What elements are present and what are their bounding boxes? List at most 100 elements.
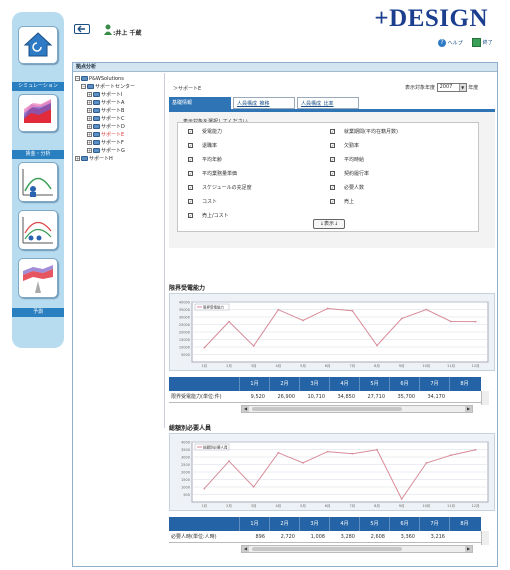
scroll-right-icon[interactable]: ▶ <box>465 406 472 412</box>
exit-link[interactable]: 終了 <box>472 38 493 48</box>
x-tick-label: 2月 <box>226 503 232 508</box>
option-checkbox[interactable]: ✓ 受電能力 <box>188 129 222 136</box>
x-tick-label: 11月 <box>447 503 455 508</box>
checkbox-checked-icon: ✓ <box>188 157 193 162</box>
section-title-staff: 総額別必要人員 <box>169 425 212 432</box>
expand-icon: + <box>87 116 92 121</box>
expand-icon: + <box>87 92 92 97</box>
data-point <box>326 450 329 453</box>
horizontal-scrollbar[interactable]: ◀ ▶ <box>241 405 473 413</box>
checkbox-checked-icon: ✓ <box>188 171 193 176</box>
header: :井上 千蔵 +DESIGN ? ヘルプ 終了 <box>72 0 502 58</box>
option-label: 就業期間(平均在籍月数) <box>344 129 398 135</box>
value-cell: 896 <box>255 534 265 540</box>
staff-line-chart: 500 1000 1500 2000 2500 3000 3500 4000 1月 2月 3月 4月 5… <box>181 441 489 508</box>
tree-node[interactable]: + サポートH <box>75 155 113 163</box>
data-point <box>425 462 428 464</box>
scroll-left-icon[interactable]: ◀ <box>242 406 249 412</box>
logo: +DESIGN <box>374 5 488 32</box>
option-checkbox[interactable]: ✓ 売上/コスト <box>188 213 229 220</box>
month-header: 4月 <box>329 377 359 391</box>
home-button[interactable] <box>18 26 58 64</box>
data-point <box>203 487 206 490</box>
option-checkbox[interactable]: ✓ 平均業務量単価 <box>188 171 237 178</box>
option-label: 平均業務量単価 <box>202 171 238 177</box>
x-tick-label: 5月 <box>300 503 306 508</box>
options-box: ✓ 受電能力 ✓ 退職率 ✓ 平均年齢 ✓ 平均業務量単価 ✓ スケジュールの充足度 ✓ コ… <box>177 122 479 232</box>
y-tick-label: 35000 <box>179 308 190 312</box>
scroll-thumb[interactable] <box>252 547 402 551</box>
tree-label: サポートC <box>101 116 125 122</box>
y-tick-label: 25000 <box>179 323 190 327</box>
analysis-button-3[interactable] <box>18 258 58 298</box>
scroll-thumb[interactable] <box>252 407 402 411</box>
option-checkbox[interactable]: ✓ 必要人数 <box>330 185 364 192</box>
return-arrow-icon <box>77 25 85 33</box>
x-tick-label: 6月 <box>325 363 331 368</box>
checkbox-checked-icon: ✓ <box>330 129 335 134</box>
y-tick-label: 5000 <box>181 353 190 357</box>
option-label: スケジュールの充足度 <box>202 185 252 191</box>
tree-node[interactable]: + サポートA <box>87 99 124 107</box>
tree-label: サポートH <box>89 156 113 162</box>
expand-icon: + <box>87 132 92 137</box>
tab-basic-info[interactable]: 基礎情報 <box>169 97 231 109</box>
value-cell: 1,008 <box>310 534 325 540</box>
horizontal-scrollbar[interactable]: ◀ ▶ <box>241 545 473 553</box>
user-name: :井上 千蔵 <box>113 30 142 37</box>
simulation-button[interactable] <box>18 94 58 132</box>
option-checkbox[interactable]: ✓ 契約履行率 <box>330 171 369 178</box>
data-point <box>228 320 230 323</box>
tab-staff-ratio[interactable]: 人員構成_比率 <box>297 97 359 109</box>
forecast-label: 予測 <box>12 308 64 317</box>
scroll-right-icon[interactable]: ▶ <box>465 546 472 552</box>
tree-node[interactable]: + サポートC <box>87 115 125 123</box>
vertical-scrollbar[interactable] <box>481 391 489 405</box>
tree-node[interactable]: + サポートD <box>87 123 125 131</box>
x-tick-label: 10月 <box>422 363 430 368</box>
value-cell: 2,720 <box>280 534 295 540</box>
analysis-button-2[interactable] <box>18 210 58 250</box>
option-checkbox[interactable]: ✓ 売上 <box>330 199 354 206</box>
checkbox-checked-icon: ✓ <box>330 143 335 148</box>
option-checkbox[interactable]: ✓ 平均時給 <box>330 157 364 164</box>
scroll-left-icon[interactable]: ◀ <box>242 546 249 552</box>
analysis-button-1[interactable] <box>18 162 58 202</box>
vertical-scrollbar[interactable] <box>481 531 489 545</box>
tab-staff-trend[interactable]: 人員構成_推移 <box>233 97 295 109</box>
data-point <box>351 452 354 455</box>
x-tick-label: 12月 <box>472 363 480 368</box>
logout-button[interactable] <box>74 24 90 34</box>
year-select[interactable]: 2007 ▼ <box>436 83 467 92</box>
data-point <box>252 485 255 488</box>
panel-title: 拠点分析 <box>73 63 497 72</box>
folder-icon <box>93 124 100 129</box>
option-checkbox[interactable]: ✓ 就業期間(平均在籍月数) <box>330 129 398 136</box>
simulation-chart-icon <box>24 99 51 123</box>
tree-node-center[interactable]: − サポートセンター <box>81 83 135 91</box>
exit-icon <box>472 38 481 47</box>
help-link[interactable]: ? ヘルプ <box>438 39 463 48</box>
tree-label: サポートF <box>101 140 124 146</box>
expand-icon: + <box>87 108 92 113</box>
tree-node[interactable]: + サポートI <box>87 91 122 99</box>
tree-node-root[interactable]: − P&WSolutions <box>75 75 124 83</box>
tree-node[interactable]: + サポートG <box>87 147 125 155</box>
data-point <box>450 454 452 457</box>
option-checkbox[interactable]: ✓ 退職率 <box>188 143 217 150</box>
checkbox-checked-icon: ✓ <box>330 157 335 162</box>
option-checkbox[interactable]: ✓ コスト <box>188 199 217 206</box>
tab-bar: 基礎情報 人員構成_推移 人員構成_比率 <box>169 97 495 109</box>
tree-node[interactable]: + サポートF <box>87 139 124 147</box>
option-checkbox[interactable]: ✓ 平均年齢 <box>188 157 222 164</box>
y-tick-label: 1000 <box>181 486 190 490</box>
tree-node-selected[interactable]: + サポートE <box>87 131 124 139</box>
value-cell: 9,520 <box>250 394 265 400</box>
x-tick-label: 6月 <box>325 503 331 508</box>
option-checkbox[interactable]: ✓ スケジュールの充足度 <box>188 185 252 192</box>
option-checkbox[interactable]: ✓ 欠勤率 <box>330 143 359 150</box>
tree-node[interactable]: + サポートB <box>87 107 124 115</box>
staff-table: 1月 2月 3月 4月 5月 6月 7月 8月 必要人時(単位:人時) 896 2,720 1,0… <box>169 517 495 553</box>
display-button[interactable]: ↓表示↓ <box>313 219 345 229</box>
x-tick-label: 4月 <box>275 363 281 368</box>
